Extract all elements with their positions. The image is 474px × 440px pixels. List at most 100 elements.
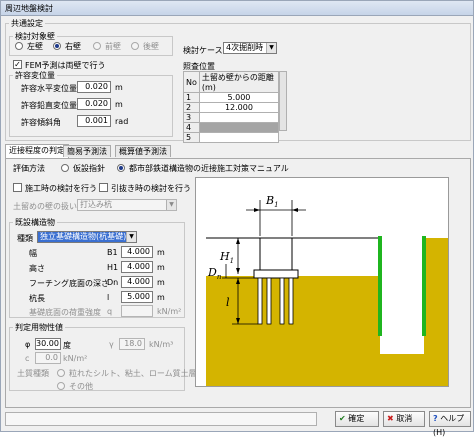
base-load-label: 基礎底面の荷重強度 xyxy=(29,308,101,317)
chevron-down-icon[interactable]: ▼ xyxy=(266,43,276,53)
table-scrollbar[interactable] xyxy=(279,71,287,131)
row-distance-cell[interactable] xyxy=(198,122,280,133)
radio-right-wall[interactable] xyxy=(53,42,61,50)
h1-dimension xyxy=(232,237,258,274)
wall-handling-select[interactable]: 打込み杭 ▼ xyxy=(77,199,177,211)
allow-vertical-unit: m xyxy=(115,100,123,109)
radio-front-wall-label: 前壁 xyxy=(105,42,121,51)
radio-back-wall[interactable] xyxy=(131,42,139,50)
allow-vertical-input[interactable]: 0.020 xyxy=(77,98,111,110)
common-settings-label: 共通設定 xyxy=(9,18,45,29)
l-label: l xyxy=(226,296,230,309)
chevron-down-icon[interactable]: ▼ xyxy=(166,200,176,210)
radio-urban-railway-manual[interactable] xyxy=(117,164,125,172)
radio-left-wall[interactable] xyxy=(15,42,23,50)
help-button-label: ヘルプ(H) xyxy=(433,414,465,437)
base-load-unit: kN/m² xyxy=(157,307,182,316)
row-no: 2 xyxy=(183,102,200,113)
h1-label: H1 xyxy=(219,250,234,265)
table-row[interactable]: 3 xyxy=(183,112,280,123)
table-row[interactable]: 4 xyxy=(183,122,280,133)
row-distance-cell[interactable] xyxy=(198,112,280,123)
height-label: 高さ xyxy=(29,264,45,273)
row-distance-cell[interactable] xyxy=(198,132,280,143)
help-icon: ? xyxy=(433,414,438,423)
pile xyxy=(257,277,263,325)
structure-type-select[interactable]: 独立基礎構造物(杭基礎) ▼ xyxy=(37,231,137,243)
ok-button-label: 確定 xyxy=(348,414,365,423)
width-input[interactable]: 4.000 xyxy=(121,246,153,258)
wall-handling-value: 打込み杭 xyxy=(80,200,112,209)
row-no: 1 xyxy=(183,92,200,103)
radio-temporary-guideline-label: 仮設指針 xyxy=(73,164,105,173)
pile xyxy=(288,277,294,325)
radio-soil-other-label: その他 xyxy=(69,382,93,391)
retaining-wall-right xyxy=(422,236,426,336)
dialog-window: 周辺地盤検討 共通設定 検討対象壁 左壁 右壁 前壁 後壁 ✓ FEM予測は両壁… xyxy=(0,0,474,437)
h1-arrow-bottom xyxy=(236,268,240,274)
allow-horizontal-input[interactable]: 0.020 xyxy=(77,81,111,93)
width-unit: m xyxy=(157,248,165,257)
radio-front-wall[interactable] xyxy=(93,42,101,50)
h1-arrow-top xyxy=(236,238,240,244)
row-no: 4 xyxy=(183,122,200,133)
check-icon: ✔ xyxy=(339,414,346,423)
fem-both-walls-checkbox[interactable]: ✓ xyxy=(13,60,22,69)
phi-input[interactable]: 30.00 xyxy=(35,338,61,350)
status-bar xyxy=(5,412,317,426)
gamma-input[interactable]: 18.0 xyxy=(119,338,145,350)
pile-length-symbol: l xyxy=(107,293,110,302)
method-label: 評価方法 xyxy=(13,164,45,173)
soil-right-strip xyxy=(424,238,448,386)
help-button[interactable]: ? ヘルプ(H) xyxy=(429,411,471,437)
allow-horizontal-label: 許容水平変位量 xyxy=(21,84,77,93)
allow-tilt-input[interactable]: 0.001 xyxy=(77,115,111,127)
allow-horizontal-unit: m xyxy=(115,83,123,92)
cancel-button[interactable]: ✖ 取消 xyxy=(383,411,425,427)
allow-tilt-label: 許容傾斜角 xyxy=(21,118,61,127)
case-label: 検討ケース xyxy=(183,46,223,55)
wall-handling-label: 土留めの壁の扱い xyxy=(13,202,77,211)
foundation-diagram: B1 H1 Dn l xyxy=(206,194,448,386)
allow-vertical-label: 許容鉛直変位量 xyxy=(21,101,77,110)
excavation-bottom xyxy=(380,354,424,386)
case-select[interactable]: 4次掘削時 ▼ xyxy=(223,42,277,54)
close-icon: ✖ xyxy=(387,414,394,423)
radio-right-wall-label: 右壁 xyxy=(65,42,81,51)
ok-button[interactable]: ✔ 確定 xyxy=(335,411,379,427)
row-distance-cell[interactable]: 5.000 xyxy=(198,92,280,103)
gamma-unit: kN/m³ xyxy=(149,340,174,349)
table-row[interactable]: 5 xyxy=(183,132,280,143)
structure-type-label: 種類 xyxy=(17,234,33,243)
tab-proximity[interactable]: 近接程度の判定 xyxy=(5,144,69,158)
radio-soft-silt-clay[interactable] xyxy=(57,369,65,377)
table-row[interactable]: 2 12.000 xyxy=(183,102,280,113)
tab-approx-prediction[interactable]: 概算値予測法 xyxy=(115,145,171,157)
radio-urban-railway-manual-label: 都市部鉄道構造物の近接施工対策マニュアル xyxy=(129,164,289,173)
pile-length-input[interactable]: 5.000 xyxy=(121,291,153,303)
radio-soil-other[interactable] xyxy=(57,382,65,390)
diagram-panel: B1 H1 Dn l xyxy=(195,177,449,387)
window-title: 周辺地盤検討 xyxy=(5,4,53,13)
table-header-row: No 土留め壁からの距離(m) xyxy=(183,71,280,93)
pile xyxy=(279,277,285,325)
dn-label: Dn xyxy=(207,266,222,281)
footing xyxy=(253,269,299,279)
height-input[interactable]: 4.000 xyxy=(121,261,153,273)
pile-length-label: 杭長 xyxy=(29,294,45,303)
width-symbol: B1 xyxy=(107,248,118,257)
base-load-input[interactable] xyxy=(121,305,153,317)
col-no-header: No xyxy=(183,71,200,93)
pull-check-checkbox[interactable] xyxy=(99,183,108,192)
cohesion-input[interactable]: 0.0 xyxy=(35,352,61,364)
footing-depth-input[interactable]: 4.000 xyxy=(121,276,153,288)
chevron-down-icon[interactable]: ▼ xyxy=(126,232,136,242)
radio-temporary-guideline[interactable] xyxy=(61,164,69,172)
tab-simple-prediction[interactable]: 簡易予測法 xyxy=(63,145,111,157)
table-row[interactable]: 1 5.000 xyxy=(183,92,280,103)
row-distance-cell[interactable]: 12.000 xyxy=(198,102,280,113)
radio-soft-silt-clay-label: 粒れたシルト、粘土、ローム質土層 xyxy=(69,369,197,378)
footing-depth-symbol: Dn xyxy=(107,278,119,287)
install-check-checkbox[interactable] xyxy=(13,183,22,192)
allowable-displacement-label: 許容変位量 xyxy=(13,70,57,81)
